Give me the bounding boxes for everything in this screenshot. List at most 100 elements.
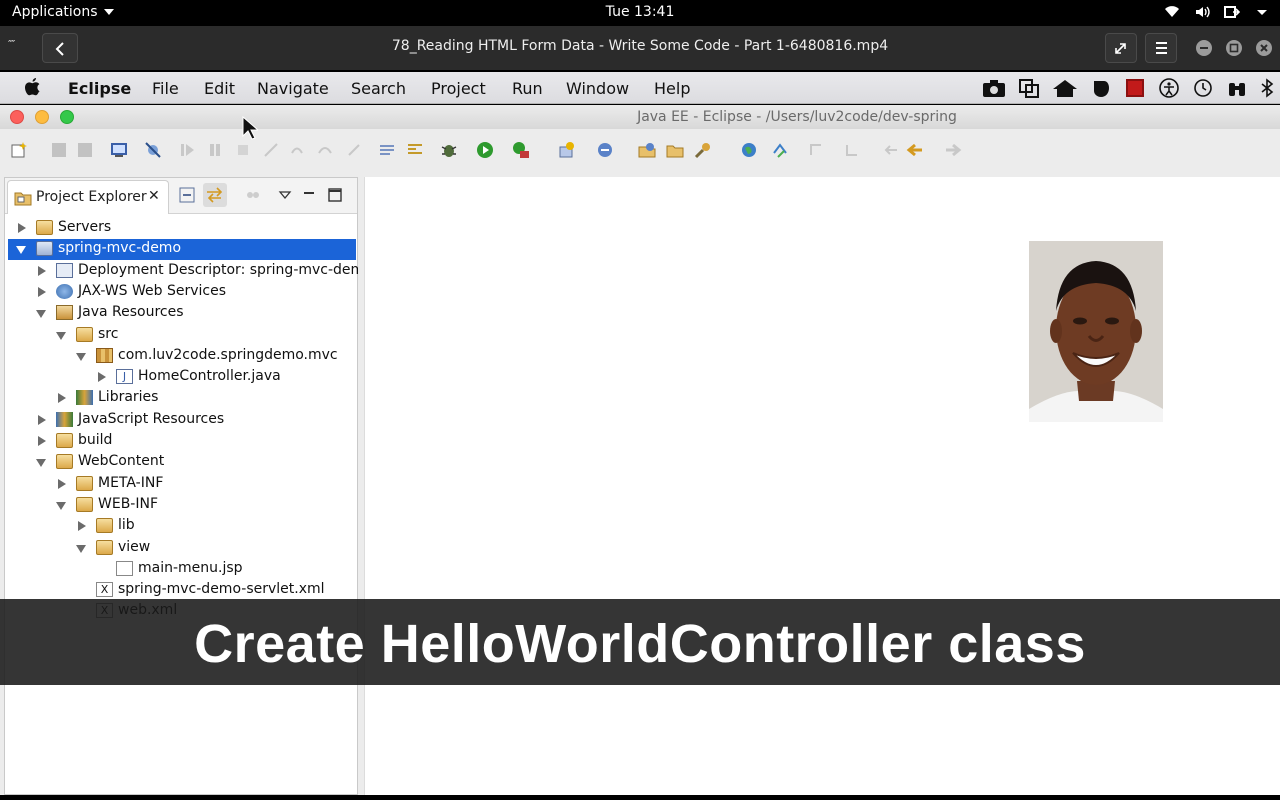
menu-button[interactable] [1145,33,1177,63]
tree-item[interactable]: main-menu.jsp [8,559,356,580]
new-server-icon[interactable] [558,141,576,159]
film-icon[interactable] [1124,78,1146,98]
binoculars-icon[interactable] [1226,78,1248,98]
volume-icon[interactable] [1194,4,1210,20]
suspend-icon[interactable] [206,141,224,159]
home-icon[interactable] [1052,78,1078,98]
new-icon[interactable] [10,141,28,159]
use-step-filters-icon[interactable] [378,141,396,159]
time-machine-icon[interactable] [1192,78,1214,98]
new-web-service-icon[interactable] [596,141,614,159]
menu-search[interactable]: Search [351,79,406,98]
view-menu-icon[interactable] [277,187,293,203]
save-icon[interactable] [50,141,68,159]
debug-icon[interactable] [440,141,458,159]
menu-navigate[interactable]: Navigate [257,79,329,98]
tree-item[interactable]: WebContent [8,452,356,473]
apple-icon[interactable] [24,77,42,97]
maximize-button[interactable] [1226,40,1242,56]
run-server-icon[interactable] [512,141,530,159]
forward-nav-icon[interactable] [944,141,962,159]
save-all-icon[interactable] [76,141,94,159]
minimize-button[interactable] [1196,40,1212,56]
terminate-icon[interactable] [234,141,252,159]
collapsed-twistie-icon[interactable] [58,393,66,404]
expanded-twistie-icon[interactable] [76,352,86,361]
chevron-down-icon[interactable] [1254,4,1270,20]
windows-icon[interactable] [1018,78,1040,98]
collapsed-twistie-icon[interactable] [38,265,46,276]
tree-item[interactable]: src [8,325,356,346]
disconnect-icon[interactable] [262,141,280,159]
tree-item[interactable]: com.luv2code.springdemo.mvc [8,346,356,367]
wifi-icon[interactable] [1164,4,1180,20]
collapsed-twistie-icon[interactable] [98,372,106,383]
zoom-window-button[interactable] [60,110,74,124]
menu-help[interactable]: Help [654,79,690,98]
tree-item[interactable]: build [8,431,356,452]
tree-item[interactable]: JAX-WS Web Services [8,282,356,303]
collapsed-twistie-icon[interactable] [78,521,86,532]
open-folder-icon[interactable] [666,141,684,159]
close-window-button[interactable] [10,110,24,124]
collapsed-twistie-icon[interactable] [38,286,46,297]
tab-project-explorer[interactable]: Project Explorer ✕ [7,180,169,214]
tree-item[interactable]: JavaScript Resources [8,410,356,431]
minimize-view-icon[interactable] [301,187,317,203]
bluetooth-icon[interactable] [1260,78,1274,98]
previous-annotation-icon[interactable] [844,141,862,159]
terminal-icon[interactable] [110,141,128,159]
skip-breakpoints-icon[interactable] [144,141,162,159]
menu-project[interactable]: Project [431,79,486,98]
camera-icon[interactable] [982,78,1006,98]
close-button[interactable] [1256,40,1272,56]
close-tab-icon[interactable]: ✕ [148,188,160,204]
tree-item[interactable]: META-INF [8,474,356,495]
power-icon[interactable] [1224,4,1240,20]
open-type-icon[interactable] [638,141,656,159]
tree-item[interactable]: J HomeController.java [8,367,356,388]
menu-edit[interactable]: Edit [204,79,235,98]
clock[interactable]: Tue 13:41 [606,4,675,20]
sync-icon[interactable] [772,141,790,159]
tree-item[interactable]: Servers [8,218,356,239]
collapse-all-icon[interactable] [179,187,195,203]
tree-item[interactable]: WEB-INF [8,495,356,516]
minimize-window-button[interactable] [35,110,49,124]
evernote-icon[interactable] [1090,78,1112,98]
collapsed-twistie-icon[interactable] [38,414,46,425]
last-edit-icon[interactable] [882,141,900,159]
collapsed-twistie-icon[interactable] [38,436,46,446]
resume-icon[interactable] [178,141,196,159]
fullscreen-button[interactable] [1105,33,1137,63]
tree-item[interactable]: Java Resources [8,303,356,324]
next-annotation-icon[interactable] [808,141,826,159]
run-icon[interactable] [476,141,494,159]
accessibility-icon[interactable] [1158,78,1180,98]
menu-run[interactable]: Run [512,79,543,98]
expanded-twistie-icon[interactable] [36,310,46,319]
expanded-twistie-icon[interactable] [16,246,26,255]
menu-window[interactable]: Window [566,79,629,98]
tree-item[interactable]: Xspring-mvc-demo-servlet.xml [8,580,356,601]
step-into-icon[interactable] [288,141,306,159]
drop-to-frame-icon[interactable] [406,141,424,159]
globe-icon[interactable] [740,141,758,159]
collapsed-twistie-icon[interactable] [18,223,26,233]
filters-icon[interactable] [245,187,261,203]
tree-item[interactable]: lib [8,516,356,537]
expanded-twistie-icon[interactable] [56,331,66,340]
tree-item[interactable]: view [8,538,356,559]
menu-app-eclipse[interactable]: Eclipse [68,79,131,98]
expanded-twistie-icon[interactable] [36,459,46,468]
maximize-view-icon[interactable] [327,187,343,203]
link-with-editor-icon[interactable] [203,183,227,207]
tree-item[interactable]: spring-mvc-demo [8,239,356,261]
step-return-icon[interactable] [346,141,364,159]
menu-file[interactable]: File [152,79,179,98]
step-over-icon[interactable] [316,141,334,159]
expanded-twistie-icon[interactable] [76,544,86,553]
back-button[interactable] [42,33,78,63]
tree-item[interactable]: Deployment Descriptor: spring-mvc-demo [8,261,373,282]
drag-handle-icon[interactable]: ⁗ [8,38,15,51]
